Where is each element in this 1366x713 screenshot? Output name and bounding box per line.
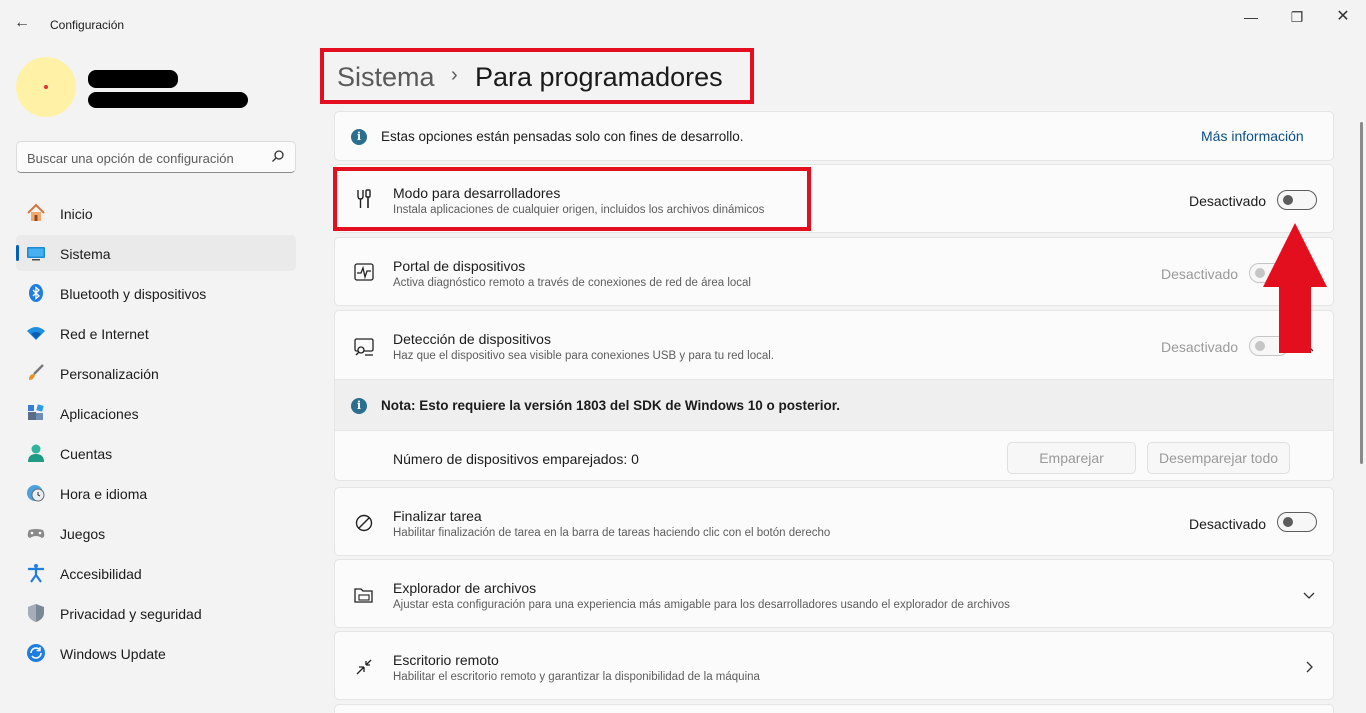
file-explorer-card[interactable]: Explorador de archivos Ajustar esta conf… (334, 559, 1334, 628)
remote-arrows-icon (356, 659, 372, 675)
sidebar-item-label: Red e Internet (60, 326, 149, 342)
maximize-button[interactable]: ❐ (1274, 6, 1320, 28)
file-explorer-title: Explorador de archivos (393, 580, 537, 596)
brush-icon (29, 364, 44, 380)
annotation-highlight-box (333, 167, 811, 231)
end-task-state: Desactivado (1189, 516, 1267, 532)
sidebar-item-red[interactable]: Red e Internet (16, 315, 296, 351)
chevron-right-icon[interactable] (1302, 660, 1316, 674)
sidebar-item-label: Hora e idioma (60, 486, 148, 502)
device-portal-title: Portal de dispositivos (393, 258, 526, 274)
home-icon (27, 203, 45, 221)
breadcrumb-parent[interactable]: Sistema (337, 62, 435, 93)
breadcrumb: Sistema › Para programadores (320, 48, 754, 104)
annotation-arrow-up-icon (1263, 223, 1327, 353)
sidebar-item-windows-update[interactable]: Windows Update (16, 635, 296, 671)
folder-icon (354, 588, 373, 603)
device-portal-subtitle: Activa diagnóstico remoto a través de co… (393, 277, 751, 289)
dev-mode-toggle[interactable] (1277, 190, 1317, 210)
close-button[interactable]: ✕ (1320, 6, 1366, 28)
prohibited-icon (355, 514, 373, 532)
file-explorer-subtitle: Ajustar esta configuración para una expe… (393, 599, 1010, 611)
sidebar-item-label: Bluetooth y dispositivos (60, 286, 207, 302)
end-task-title: Finalizar tarea (393, 508, 482, 524)
sidebar-item-cuentas[interactable]: Cuentas (16, 435, 296, 471)
chevron-down-icon[interactable] (1302, 588, 1316, 602)
sidebar-item-hora[interactable]: Hora e idioma (16, 475, 296, 511)
pair-button[interactable]: Emparejar (1007, 442, 1136, 474)
page-title: Para programadores (475, 62, 723, 92)
device-discovery-subtitle: Haz que el dispositivo sea visible para … (393, 350, 774, 362)
sidebar-item-juegos[interactable]: Juegos (16, 515, 296, 551)
scrollbar[interactable] (1360, 122, 1363, 464)
info-icon: i (351, 129, 367, 145)
device-portal-card: Portal de dispositivos Activa diagnóstic… (334, 237, 1334, 306)
avatar[interactable] (16, 57, 76, 117)
sidebar-item-label: Accesibilidad (60, 566, 142, 582)
monitor-icon (27, 247, 45, 261)
person-icon (28, 444, 44, 462)
apps-icon (28, 404, 44, 420)
back-arrow-icon[interactable]: ← (14, 14, 34, 34)
toggle-knob (1283, 195, 1293, 205)
device-discovery-card: Detección de dispositivos Haz que el dis… (334, 310, 1334, 481)
info-banner-text: Estas opciones están pensadas solo con f… (381, 129, 744, 144)
sdk-note: i Nota: Esto requiere la versión 1803 de… (335, 379, 1333, 431)
sidebar-item-label: Personalización (60, 366, 159, 382)
end-task-subtitle: Habilitar finalización de tarea en la ba… (393, 527, 831, 539)
wifi-icon (27, 327, 45, 340)
more-info-link[interactable]: Más información (1201, 128, 1304, 144)
device-portal-state: Desactivado (1161, 266, 1239, 282)
unpair-all-button[interactable]: Desemparejar todo (1147, 442, 1290, 474)
sidebar-nav: Inicio Sistema Bluetooth y dispositivos … (16, 195, 296, 675)
sidebar-item-label: Aplicaciones (60, 406, 139, 422)
search-input[interactable]: Buscar una opción de configuración (27, 151, 234, 166)
redacted-email (88, 92, 248, 108)
info-banner: i Estas opciones están pensadas solo con… (334, 111, 1334, 161)
sidebar-item-label: Windows Update (60, 646, 166, 662)
title-bar: ← Configuración — ❐ ✕ (0, 0, 1366, 48)
search-icon[interactable] (271, 149, 285, 163)
device-discovery-title: Detección de dispositivos (393, 331, 551, 347)
remote-desktop-card[interactable]: Escritorio remoto Habilitar el escritori… (334, 631, 1334, 700)
sidebar-item-privacidad[interactable]: Privacidad y seguridad (16, 595, 296, 631)
device-search-icon (354, 338, 374, 356)
remote-desktop-title: Escritorio remoto (393, 652, 499, 668)
end-task-toggle[interactable] (1277, 512, 1317, 532)
paired-count-label: Número de dispositivos emparejados: 0 (393, 451, 639, 467)
app-title: Configuración (50, 18, 125, 32)
sidebar-item-bluetooth[interactable]: Bluetooth y dispositivos (16, 275, 296, 311)
device-discovery-state: Desactivado (1161, 339, 1239, 355)
sidebar-item-label: Privacidad y seguridad (60, 606, 202, 622)
minimize-button[interactable]: — (1228, 6, 1274, 28)
accessibility-icon (28, 564, 44, 583)
shield-icon (28, 604, 44, 622)
remote-desktop-subtitle: Habilitar el escritorio remoto y garanti… (393, 671, 760, 683)
update-icon (27, 644, 45, 662)
search-box[interactable]: Buscar una opción de configuración (16, 141, 296, 173)
redacted-username (88, 70, 178, 88)
bluetooth-icon (29, 284, 43, 302)
info-icon: i (351, 398, 367, 414)
sidebar-item-personalizacion[interactable]: Personalización (16, 355, 296, 391)
sidebar-item-label: Sistema (60, 246, 111, 262)
sidebar-item-aplicaciones[interactable]: Aplicaciones (16, 395, 296, 431)
next-card-partial (334, 704, 1334, 713)
gamepad-icon (27, 529, 45, 538)
end-task-card: Finalizar tarea Habilitar finalización d… (334, 487, 1334, 556)
avatar-dot (44, 85, 48, 89)
sdk-note-text: Nota: Esto requiere la versión 1803 del … (381, 398, 841, 413)
pulse-monitor-icon (354, 263, 374, 281)
sidebar-item-label: Juegos (60, 526, 106, 542)
sidebar-item-label: Inicio (60, 206, 93, 222)
sidebar-item-inicio[interactable]: Inicio (16, 195, 296, 231)
dev-mode-state: Desactivado (1189, 193, 1267, 209)
toggle-knob (1283, 517, 1293, 527)
clock-globe-icon (27, 485, 45, 502)
breadcrumb-separator-icon: › (451, 64, 458, 86)
sidebar-item-sistema[interactable]: Sistema (16, 235, 296, 271)
sidebar-item-label: Cuentas (60, 446, 113, 462)
sidebar-item-accesibilidad[interactable]: Accesibilidad (16, 555, 296, 591)
